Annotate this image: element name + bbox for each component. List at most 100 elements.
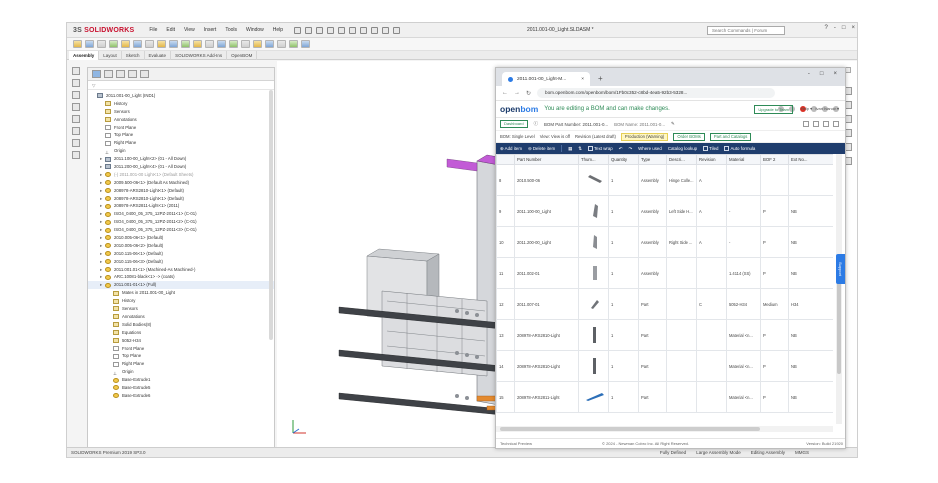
- tree-item[interactable]: History: [88, 297, 274, 305]
- tab-sketch[interactable]: Sketch: [122, 51, 145, 60]
- share-icon[interactable]: [803, 121, 809, 127]
- select-icon[interactable]: [371, 26, 379, 34]
- table-cell-qty[interactable]: 1: [608, 257, 639, 289]
- table-cell-pn[interactable]: 208978-ARS2810-Light: [514, 319, 579, 351]
- table-row[interactable]: 9 2011.100-00_Light 1 Assembly Left Side H..…: [496, 195, 833, 227]
- assembly-features-icon[interactable]: [72, 139, 80, 147]
- table-cell-idx[interactable]: 11: [496, 257, 515, 289]
- reference-geometry-icon[interactable]: [72, 151, 80, 159]
- undo-icon[interactable]: [360, 26, 368, 34]
- table-row[interactable]: 13 208978-ARS2810-Light 1 Part Material <n..…: [496, 319, 833, 351]
- table-cell-mat[interactable]: Material <n...: [726, 350, 761, 382]
- export-icon[interactable]: [823, 121, 829, 127]
- table-cell-qty[interactable]: 1: [608, 195, 639, 227]
- table-cell-mat[interactable]: Material <n...: [726, 381, 761, 413]
- table-cell-idx[interactable]: 12: [496, 288, 515, 320]
- instant3d-icon[interactable]: [217, 40, 226, 48]
- window-control-2[interactable]: □: [842, 25, 846, 31]
- linear-pattern-icon[interactable]: [72, 91, 80, 99]
- column-header[interactable]: Part Number: [514, 154, 579, 165]
- interference-icon[interactable]: [265, 40, 274, 48]
- window-control-1[interactable]: -: [834, 25, 836, 31]
- upgrade-button[interactable]: Upgrade to Team: [754, 105, 793, 114]
- tree-item[interactable]: ▸ 2011.100-00_Light<2> (01 - All Down): [88, 155, 274, 163]
- menu-item-window[interactable]: Window: [245, 26, 265, 34]
- text-wrap-button[interactable]: Text wrap: [587, 146, 613, 152]
- tree-item[interactable]: ▸ ISO4_0400_05_375_12PZ-2011<1> (C-01): [88, 210, 274, 218]
- table-cell-idx[interactable]: 13: [496, 319, 515, 351]
- table-cell-bof[interactable]: [760, 164, 789, 196]
- tree-item[interactable]: ▸ ISO4_0400_05_375_12PZ-2011<3> (C-01): [88, 226, 274, 234]
- table-cell-qty[interactable]: 1: [608, 381, 639, 413]
- table-cell-idx[interactable]: 10: [496, 226, 515, 258]
- tree-item[interactable]: ▸ 2010.005-06<2> (Default): [88, 242, 274, 250]
- show-hidden-icon[interactable]: [145, 40, 154, 48]
- show-hidden-icon[interactable]: [72, 127, 80, 135]
- tree-filter[interactable]: ▽: [88, 81, 274, 90]
- new-document-icon[interactable]: [316, 26, 324, 34]
- where-used-button[interactable]: Where used: [638, 146, 662, 151]
- table-cell-pn[interactable]: 2011.100-00_Light: [514, 195, 579, 227]
- tiled-toggle[interactable]: Tiled: [703, 146, 718, 152]
- table-cell-desc[interactable]: [666, 350, 697, 382]
- column-header[interactable]: Revision: [696, 154, 727, 165]
- column-header[interactable]: Quantity: [608, 154, 639, 165]
- table-cell-pn[interactable]: 208978-ARS2810-Light: [514, 350, 579, 382]
- table-cell-mat[interactable]: [726, 164, 761, 196]
- large-assembly-icon[interactable]: [253, 40, 262, 48]
- back-icon[interactable]: ←: [502, 90, 508, 96]
- measure-icon[interactable]: [277, 40, 286, 48]
- order-boms-button[interactable]: Order BOMs: [673, 132, 705, 141]
- insert-component-icon[interactable]: [72, 67, 80, 75]
- table-cell-qty[interactable]: 1: [608, 288, 639, 320]
- tree-item[interactable]: Sensors: [88, 305, 274, 313]
- pin-icon[interactable]: [294, 26, 302, 34]
- table-cell-qty[interactable]: 1: [608, 350, 639, 382]
- smart-fasteners-icon[interactable]: [121, 40, 130, 48]
- tree-item[interactable]: Front Plane: [88, 345, 274, 353]
- table-cell-type[interactable]: Assembly: [638, 195, 667, 227]
- table-cell-desc[interactable]: Right Side ...: [666, 226, 697, 258]
- table-row[interactable]: 15 208978-ARS2811-Light 1 Part Material <n..…: [496, 381, 833, 413]
- move-component-icon[interactable]: [72, 115, 80, 123]
- print-icon[interactable]: [349, 26, 357, 34]
- table-cell-mat[interactable]: 1.4114 (SS): [726, 257, 761, 289]
- tree-item[interactable]: Mates in 2011.001-00_Light: [88, 289, 274, 297]
- table-cell-ext[interactable]: NB: [788, 381, 833, 413]
- bill-of-materials-icon[interactable]: [193, 40, 202, 48]
- table-cell-bof[interactable]: P: [760, 381, 789, 413]
- table-cell-type[interactable]: Part: [638, 350, 667, 382]
- tree-item[interactable]: Right Plane: [88, 360, 274, 368]
- table-cell-rev[interactable]: A: [696, 195, 727, 227]
- search-input[interactable]: Search Commands | Forum: [707, 26, 785, 35]
- table-cell-idx[interactable]: 8: [496, 164, 515, 196]
- column-header[interactable]: [496, 154, 515, 165]
- user-menu[interactable]: Help ▾ Ivan Ivanov ▾: [801, 106, 839, 111]
- table-cell-type[interactable]: Assembly: [638, 164, 667, 196]
- table-cell-bof[interactable]: P: [760, 350, 789, 382]
- print-icon[interactable]: [813, 121, 819, 127]
- table-cell-qty[interactable]: 1: [608, 226, 639, 258]
- menu-item-insert[interactable]: Insert: [203, 26, 218, 34]
- info-icon[interactable]: ⓘ: [534, 121, 538, 127]
- new-motion-study-icon[interactable]: [181, 40, 190, 48]
- tab-solidworks-add-ins[interactable]: SOLIDWORKS Add-Ins: [171, 51, 228, 60]
- tree-item[interactable]: ▸ (-) 2011.001-00 Light<1> (Default Sheet…: [88, 171, 274, 179]
- table-cell-type[interactable]: Part: [638, 381, 667, 413]
- table-cell-mat[interactable]: Material <n...: [726, 319, 761, 351]
- tree-item[interactable]: ⊥ Origin: [88, 147, 274, 155]
- mate-icon[interactable]: [72, 79, 80, 87]
- table-row[interactable]: 8 2010.500-06 1 Assembly Hinge Colle... A: [496, 164, 833, 196]
- mate-icon[interactable]: [85, 40, 94, 48]
- table-cell-desc[interactable]: [666, 288, 697, 320]
- tree-item[interactable]: ▸ 2011.200-00_Light<4> (01 - All Down): [88, 163, 274, 171]
- sort-icon[interactable]: ⇅: [578, 146, 582, 152]
- table-cell-rev[interactable]: C: [696, 288, 727, 320]
- take-snapshot-icon[interactable]: [241, 40, 250, 48]
- auto-formula-toggle[interactable]: Auto formula: [724, 146, 755, 152]
- insert-components-icon[interactable]: [73, 40, 82, 48]
- table-cell-pn[interactable]: 2011.002-01: [514, 257, 579, 289]
- footer-left[interactable]: Technical Preview: [500, 441, 532, 446]
- tree-item[interactable]: 2011.001-00_Light (IND1): [88, 92, 274, 100]
- window-control-3[interactable]: ×: [851, 25, 855, 31]
